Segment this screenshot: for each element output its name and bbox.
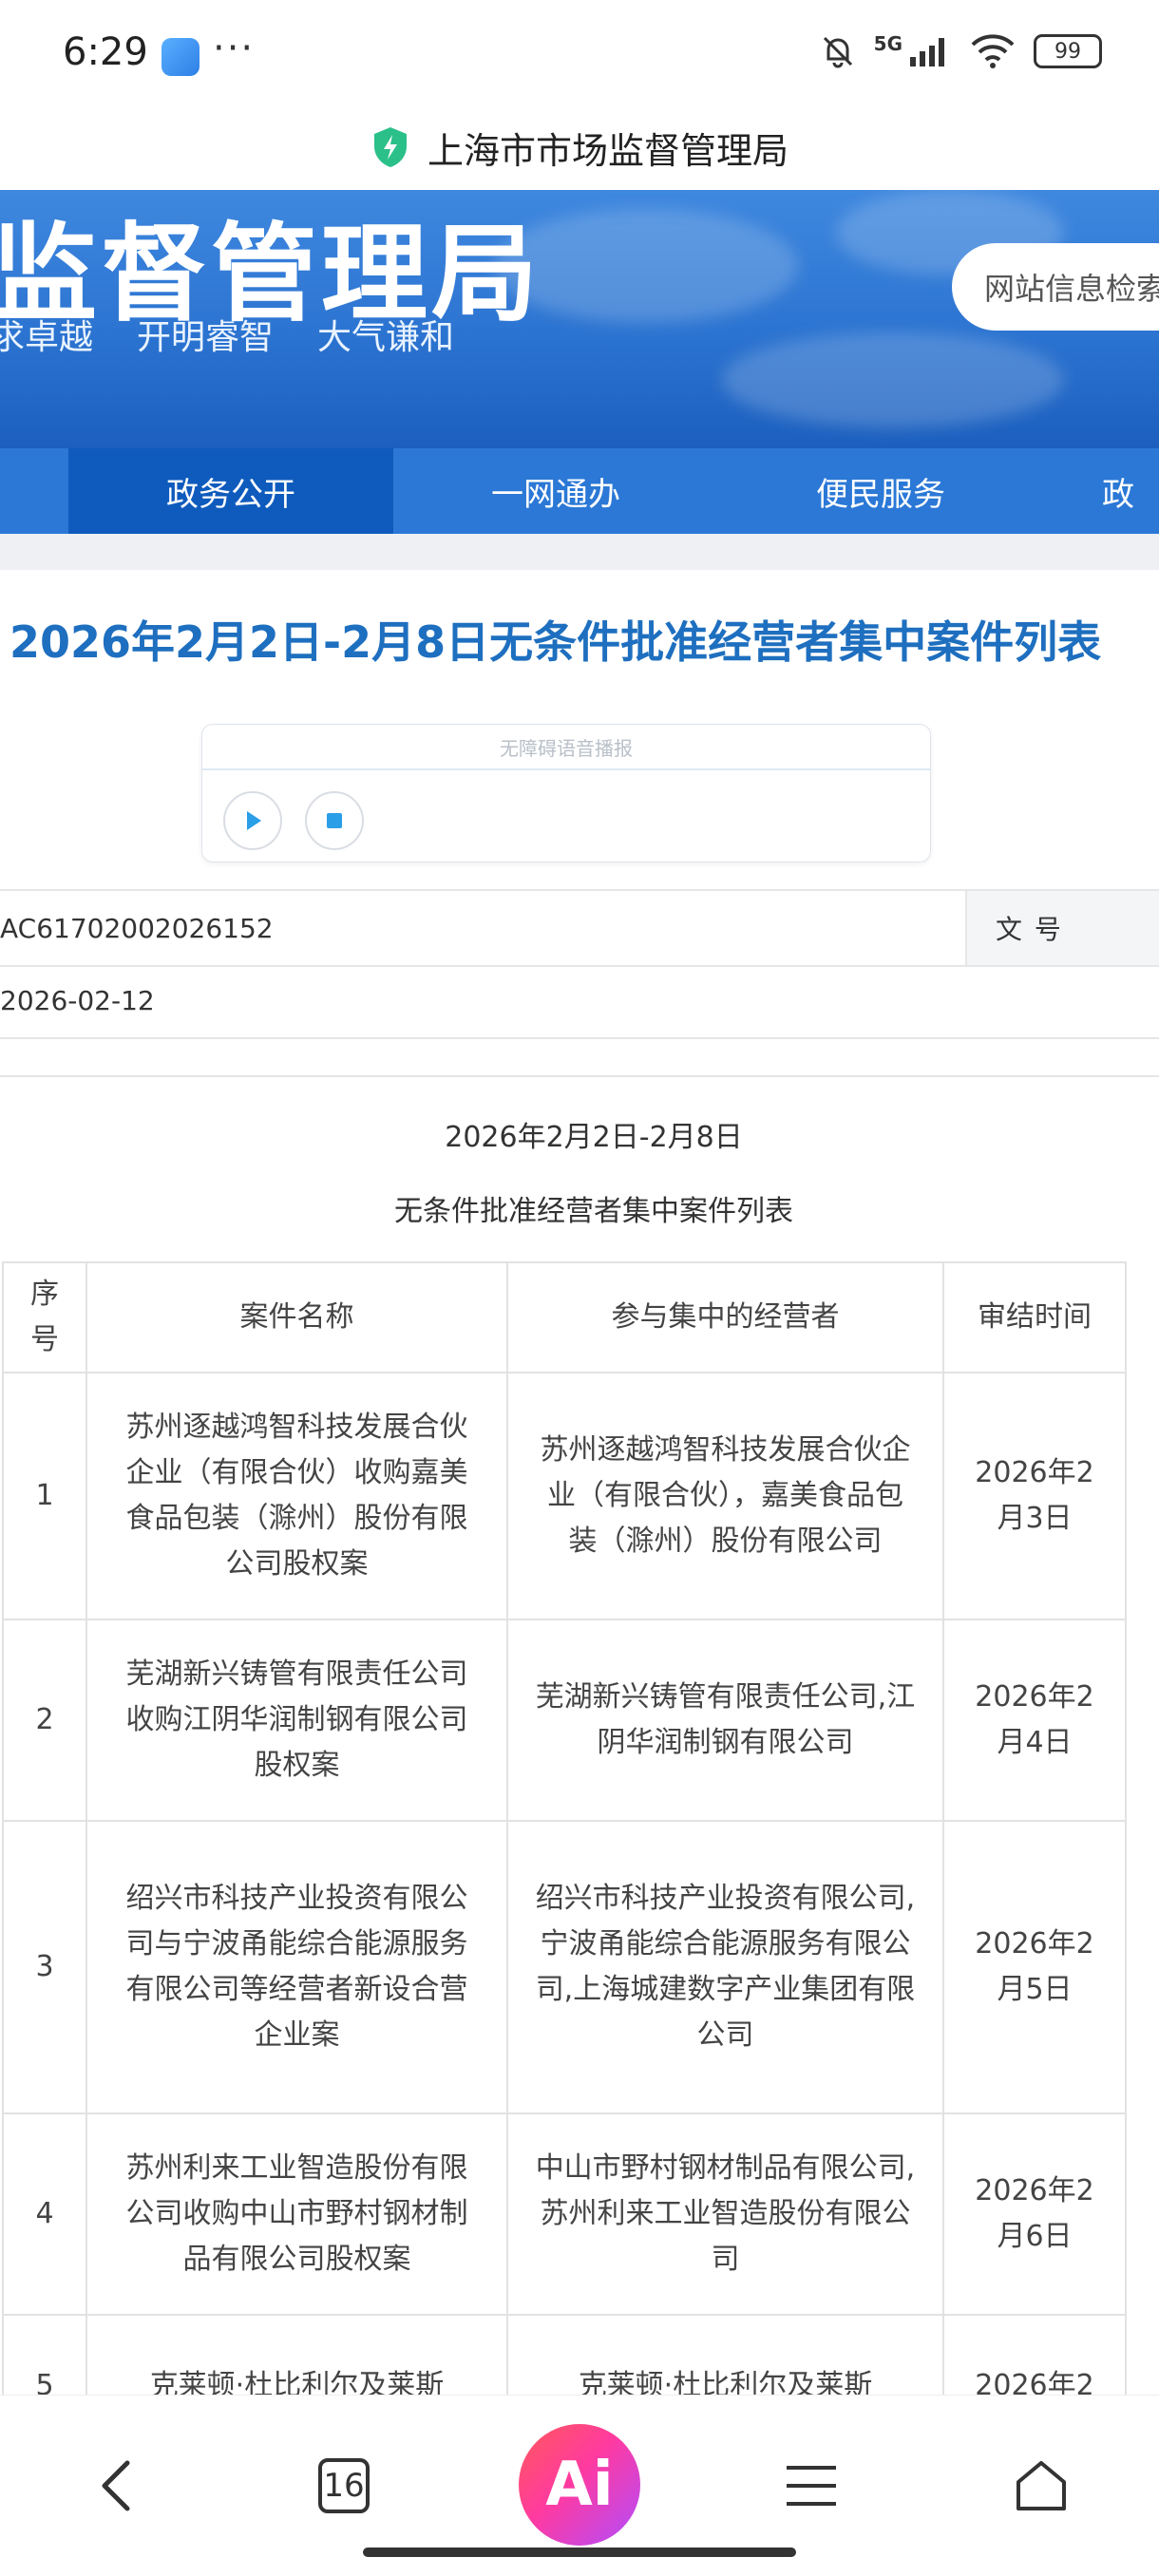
header-date: 审结时间 xyxy=(942,1261,1127,1373)
cell-no: 4 xyxy=(2,2112,87,2316)
doc-number-row: AC61702002026152 文 号 xyxy=(0,889,1159,967)
table-row: 1 苏州逐越鸿智科技发展合伙企业（有限合伙）收购嘉美食品包装（滁州）股份有限公司… xyxy=(2,1372,1127,1620)
article-headline: 2026年2月2日-2月8日无条件批准经营者集中案件列表 xyxy=(10,616,1102,668)
cases-table: 序号 案件名称 参与集中的经营者 审结时间 1 苏州逐越鸿智科技发展合伙企业（有… xyxy=(2,1261,1127,2458)
site-title: 上海市市场监督管理局 xyxy=(427,129,788,172)
doc-number-label: 文 号 xyxy=(965,891,1159,965)
cell-date: 2026年2月6日 xyxy=(942,2112,1127,2316)
network-type: 5G xyxy=(873,32,902,55)
slogan: 求卓越 xyxy=(0,318,94,357)
cell-no: 3 xyxy=(2,1820,87,2114)
more-notifications-icon: ··· xyxy=(213,27,256,70)
cell-case-name: 苏州逐越鸿智科技发展合伙企业（有限合伙）收购嘉美食品包装（滁州）股份有限公司股权… xyxy=(86,1372,508,1620)
table-row: 4 苏州利来工业智造股份有限公司收购中山市野村钢材制品有限公司股权案 中山市野村… xyxy=(2,2112,1127,2316)
article-subtitle-title: 无条件批准经营者集中案件列表 xyxy=(394,1195,793,1228)
stop-icon xyxy=(327,813,342,828)
site-search-input[interactable]: 网站信息检索 xyxy=(952,243,1159,331)
cell-case-name: 绍兴市科技产业投资有限公司与宁波甬能综合能源服务有限公司等经营者新设合营企业案 xyxy=(86,1820,508,2114)
stop-button[interactable] xyxy=(305,791,364,850)
cell-parties: 苏州逐越鸿智科技发展合伙企业（有限合伙），嘉美食品包装（滁州）股份有限公司 xyxy=(505,1372,945,1620)
play-button[interactable] xyxy=(223,791,282,850)
back-arrow-icon xyxy=(102,2460,130,2511)
ai-icon: Ai xyxy=(519,2424,640,2546)
header-banner: 监督管理局 求卓越 开明睿智 大气谦和 网站信息检索 xyxy=(0,190,1159,448)
wifi-icon xyxy=(971,34,1015,68)
battery-icon: 99 xyxy=(1034,34,1102,68)
ai-assistant-button[interactable]: Ai xyxy=(519,2424,640,2546)
home-button[interactable] xyxy=(1003,2434,1079,2538)
article-subtitle-dates: 2026年2月2日-2月8日 xyxy=(445,1121,743,1154)
tab-count: 16 xyxy=(318,2458,370,2513)
signal-icon xyxy=(910,38,944,66)
header-parties: 参与集中的经营者 xyxy=(505,1261,945,1373)
cell-no: 1 xyxy=(2,1372,87,1620)
nav-tab-online-services[interactable]: 一网通办 xyxy=(393,448,718,534)
cell-case-name: 芜湖新兴铸管有限责任公司收购江阴华润制钢有限公司股权案 xyxy=(86,1619,508,1822)
audio-player-label: 无障碍语音播报 xyxy=(202,725,930,770)
shield-icon xyxy=(373,127,407,167)
audio-player: 无障碍语音播报 xyxy=(201,724,931,862)
cell-parties: 芜湖新兴铸管有限责任公司,江阴华润制钢有限公司 xyxy=(505,1619,945,1822)
table-row: 2 芜湖新兴铸管有限责任公司收购江阴华润制钢有限公司股权案 芜湖新兴铸管有限责任… xyxy=(2,1619,1127,1822)
nav-tab-more[interactable]: 政 xyxy=(1043,448,1159,534)
table-row: 3 绍兴市科技产业投资有限公司与宁波甬能综合能源服务有限公司等经营者新设合营企业… xyxy=(2,1820,1127,2114)
nav-tab-partial[interactable] xyxy=(0,448,68,534)
header-no: 序号 xyxy=(2,1261,87,1373)
back-button[interactable] xyxy=(78,2434,154,2538)
banner-cloud xyxy=(722,332,1064,427)
nav-tab-government-affairs[interactable]: 政务公开 xyxy=(68,448,393,534)
cell-date: 2026年2月5日 xyxy=(942,1820,1127,2114)
bell-muted-icon xyxy=(823,36,852,68)
section-divider xyxy=(0,1075,1159,1077)
status-icons: 5G 99 xyxy=(819,32,1102,70)
status-time: 6:29 xyxy=(63,30,148,74)
home-icon xyxy=(1016,2461,1066,2510)
cell-parties: 中山市野村钢材制品有限公司,苏州利来工业智造股份有限公司 xyxy=(505,2112,945,2316)
banner-slogans: 求卓越 开明睿智 大气谦和 xyxy=(0,310,454,359)
nav-tab-public-services[interactable]: 便民服务 xyxy=(718,448,1043,534)
table-header-row: 序号 案件名称 参与集中的经营者 审结时间 xyxy=(2,1261,1127,1373)
cell-date: 2026年2月3日 xyxy=(942,1372,1127,1620)
divider-strip xyxy=(0,534,1159,570)
cell-no: 2 xyxy=(2,1619,87,1822)
publish-date: 2026-02-12 xyxy=(0,984,155,1016)
date-row: 2026-02-12 xyxy=(0,963,1159,1039)
play-icon xyxy=(247,811,261,830)
main-nav: 政务公开 一网通办 便民服务 政 xyxy=(0,448,1159,534)
gesture-home-indicator[interactable] xyxy=(363,2548,796,2557)
slogan: 开明睿智 xyxy=(137,318,275,357)
tabs-button[interactable]: 16 xyxy=(306,2434,382,2538)
doc-number-value: AC61702002026152 xyxy=(0,912,274,944)
status-bar: 6:29 ··· 5G 99 xyxy=(0,0,1159,114)
weather-app-icon xyxy=(162,38,200,76)
site-title-bar: 上海市市场监督管理局 xyxy=(0,104,1159,190)
cell-date: 2026年2月4日 xyxy=(942,1619,1127,1822)
header-case-name: 案件名称 xyxy=(86,1261,508,1373)
cell-case-name: 苏州利来工业智造股份有限公司收购中山市野村钢材制品有限公司股权案 xyxy=(86,2112,508,2316)
menu-icon xyxy=(787,2466,836,2506)
cell-parties: 绍兴市科技产业投资有限公司,宁波甬能综合能源服务有限公司,上海城建数字产业集团有… xyxy=(505,1820,945,2114)
slogan: 大气谦和 xyxy=(317,318,455,357)
menu-button[interactable] xyxy=(773,2434,849,2538)
